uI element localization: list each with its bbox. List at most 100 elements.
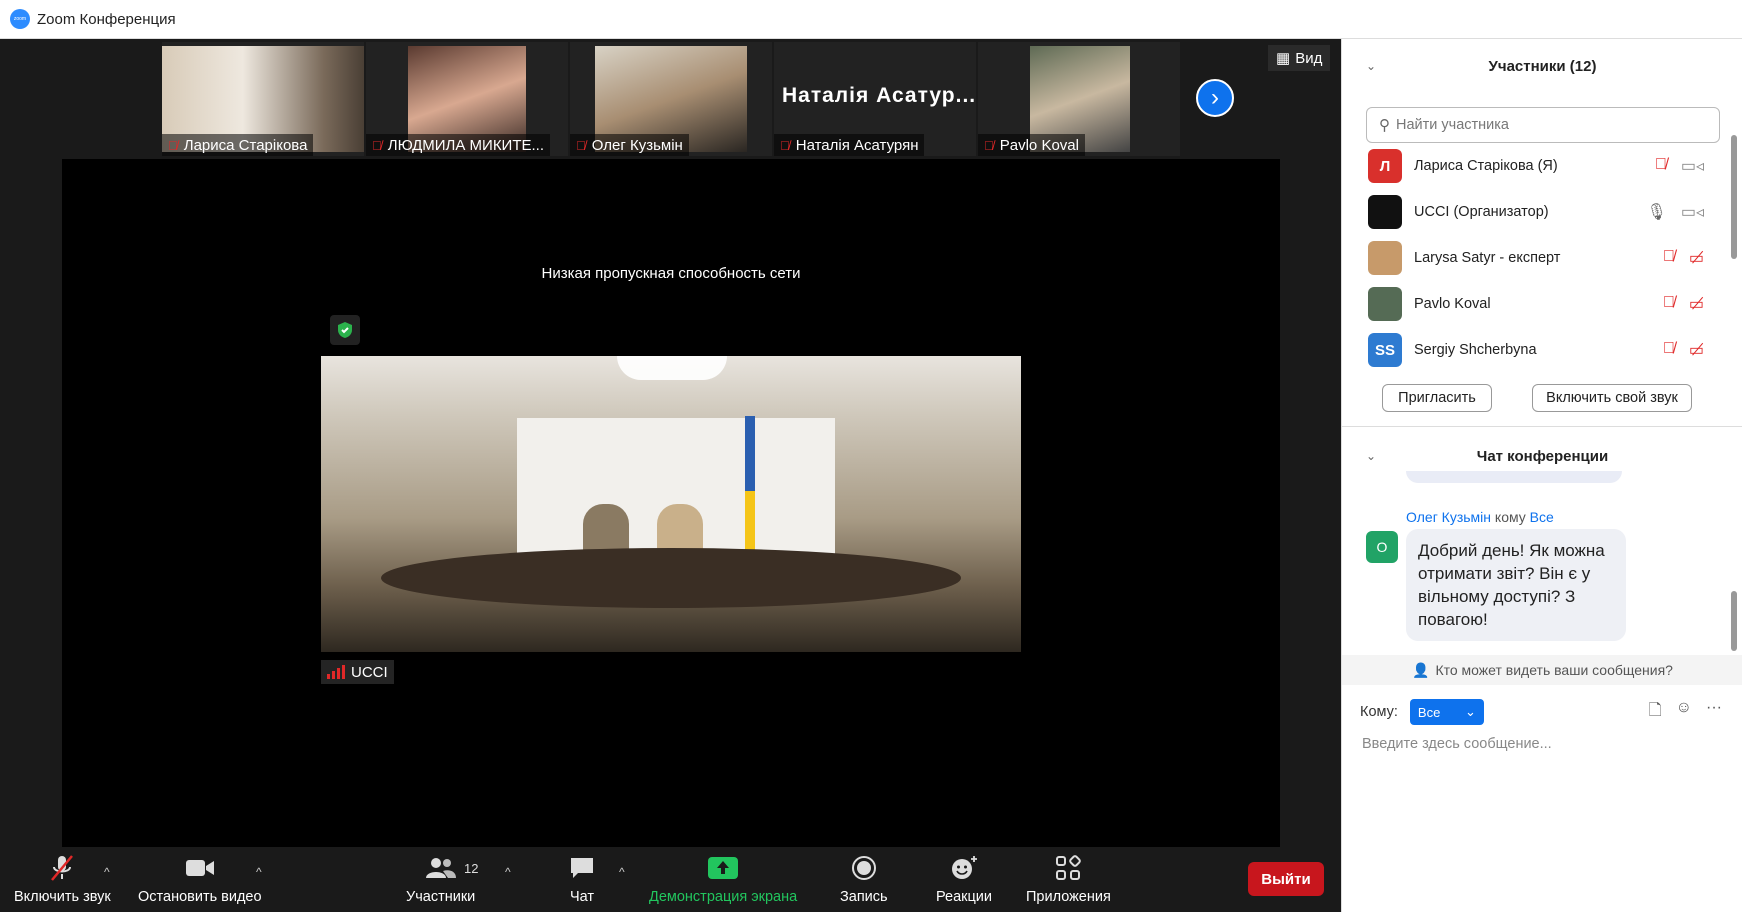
- participant-name: Pavlo Koval: [1414, 296, 1491, 312]
- video-thumb[interactable]: 🎙̸ Pavlo Koval: [978, 42, 1180, 156]
- speaker-video-feed: [321, 356, 1021, 652]
- avatar: SS: [1368, 333, 1402, 367]
- unmute-button[interactable]: Включить звук: [14, 853, 111, 905]
- mic-muted-icon[interactable]: 🎙̸: [1663, 340, 1675, 360]
- apps-button[interactable]: Приложения: [1026, 853, 1111, 905]
- video-thumb[interactable]: 🎙̸ ЛЮДМИЛА МИКИТЕ...: [366, 42, 568, 156]
- avatar: [1368, 241, 1402, 275]
- mic-muted-icon[interactable]: 🎙̸: [1663, 248, 1675, 268]
- recipient-select[interactable]: Все ⌄: [1409, 699, 1484, 725]
- video-off-icon[interactable]: ▭̸: [1689, 248, 1704, 268]
- thumbnail-strip: 🎙̸ Лариса Старікова 🎙̸ ЛЮДМИЛА МИКИТЕ... 🎙…: [0, 39, 1341, 157]
- participants-header: ⌄ Участники (12): [1342, 46, 1742, 86]
- video-camera-icon: [185, 853, 215, 883]
- audio-options-caret[interactable]: ^: [104, 865, 110, 879]
- view-button[interactable]: ▦ Вид: [1268, 45, 1331, 71]
- participant-row[interactable]: UCCI (Организатор) 🎙 ▭◃: [1366, 189, 1716, 235]
- recipient-row: Кому: Все ⌄ 🗋 ☺ ···: [1360, 698, 1730, 726]
- more-icon[interactable]: ···: [1706, 699, 1722, 726]
- invite-button[interactable]: Пригласить: [1382, 384, 1492, 412]
- mic-muted-icon: 🎙̸: [576, 137, 586, 153]
- avatar: [1368, 287, 1402, 321]
- mic-muted-icon: 🎙̸: [984, 137, 994, 153]
- thumb-name: ЛЮДМИЛА МИКИТЕ...: [387, 136, 545, 154]
- message-sender[interactable]: Олег Кузьмін: [1406, 509, 1491, 525]
- participant-name: UCCI (Организатор): [1414, 204, 1549, 220]
- participant-row[interactable]: Larysa Satyr - експерт 🎙̸ ▭̸: [1366, 235, 1716, 281]
- video-camera-icon[interactable]: ▭◃: [1681, 202, 1704, 222]
- who-can-see-link[interactable]: 👤 Кто может видеть ваши сообщения?: [1342, 655, 1742, 685]
- meeting-toolbar: Включить звук ^ Остановить видео ^ Участ…: [0, 847, 1341, 912]
- mic-icon[interactable]: 🎙: [1647, 202, 1667, 222]
- mic-muted-icon[interactable]: 🎙̸: [1655, 156, 1667, 176]
- video-thumb[interactable]: Наталія Асатур... 🎙̸ Наталія Асатурян: [774, 42, 976, 156]
- smiley-plus-icon: [950, 853, 978, 883]
- participant-name: Sergiy Shcherbyna: [1414, 342, 1537, 358]
- flag: [745, 416, 755, 566]
- chat-title: Чат конференции: [1476, 447, 1609, 465]
- reactions-button[interactable]: Реакции: [936, 853, 992, 905]
- stop-video-button[interactable]: Остановить видео: [138, 853, 262, 905]
- who-can-see-text: Кто может видеть ваши сообщения?: [1435, 662, 1673, 678]
- avatar: [1368, 195, 1402, 229]
- file-icon[interactable]: 🗋: [1649, 699, 1662, 726]
- window-title: Zoom Конференция: [37, 10, 176, 28]
- view-label: Вид: [1295, 49, 1323, 67]
- previous-message-bubble: [1406, 471, 1622, 483]
- participant-list: Л Лариса Старікова (Я) 🎙̸ ▭◃ UCCI (Органи…: [1366, 143, 1716, 373]
- chat-message-input[interactable]: [1360, 731, 1724, 757]
- participants-count: 12: [464, 861, 479, 876]
- record-label: Запись: [840, 889, 888, 905]
- participants-scrollbar[interactable]: [1731, 135, 1737, 259]
- recipient-value: Все: [1417, 704, 1441, 720]
- next-page-button[interactable]: ›: [1196, 79, 1234, 117]
- record-button[interactable]: Запись: [840, 853, 888, 905]
- share-screen-button[interactable]: Демонстрация экрана: [649, 853, 797, 905]
- participant-search-input[interactable]: ⚲ Найти участника: [1366, 107, 1720, 143]
- to-label: Кому:: [1360, 704, 1398, 720]
- unmute-self-button[interactable]: Включить свой звук: [1532, 384, 1692, 412]
- collapse-chevron-icon[interactable]: ⌄: [1366, 449, 1376, 463]
- thumb-nameplate: 🎙̸ Олег Кузьмін: [570, 134, 689, 156]
- mic-muted-icon: [49, 853, 75, 883]
- participant-row[interactable]: Pavlo Koval 🎙̸ ▭̸: [1366, 281, 1716, 327]
- mic-muted-icon[interactable]: 🎙̸: [1663, 294, 1675, 314]
- participants-options-caret[interactable]: ^: [505, 865, 511, 879]
- video-off-icon[interactable]: ▭̸: [1689, 294, 1704, 314]
- video-thumb[interactable]: 🎙̸ Олег Кузьмін: [570, 42, 772, 156]
- mic-muted-icon: 🎙̸: [780, 137, 790, 153]
- thumb-nameplate: 🎙̸ ЛЮДМИЛА МИКИТЕ...: [366, 134, 551, 156]
- participant-row[interactable]: Л Лариса Старікова (Я) 🎙̸ ▭◃: [1366, 143, 1716, 189]
- leave-button[interactable]: Выйти: [1248, 862, 1324, 896]
- message-recipient[interactable]: Все: [1530, 509, 1554, 525]
- emoji-icon[interactable]: ☺: [1676, 699, 1692, 726]
- chat-button[interactable]: Чат: [569, 853, 595, 905]
- video-thumb[interactable]: 🎙̸ Лариса Старікова: [162, 42, 364, 156]
- reactions-label: Реакции: [936, 889, 993, 905]
- chat-options-caret[interactable]: ^: [619, 865, 625, 879]
- thumb-name: Pavlo Koval: [999, 136, 1079, 154]
- video-options-caret[interactable]: ^: [256, 865, 262, 879]
- participant-name: Larysa Satyr - експерт: [1414, 250, 1561, 266]
- chandelier: [617, 356, 727, 380]
- search-placeholder: Найти участника: [1396, 117, 1509, 133]
- participant-row[interactable]: SS Sergiy Shcherbyna 🎙̸ ▭̸: [1366, 327, 1716, 373]
- video-camera-icon[interactable]: ▭◃: [1681, 156, 1704, 176]
- video-off-icon[interactable]: ▭̸: [1689, 340, 1704, 360]
- encryption-shield-icon[interactable]: [330, 315, 360, 345]
- unmute-label: Включить звук: [14, 889, 111, 905]
- thumb-nameplate: 🎙̸ Лариса Старікова: [162, 134, 314, 156]
- apps-label: Приложения: [1026, 889, 1111, 905]
- thumb-name: Олег Кузьмін: [591, 136, 683, 154]
- thumb-name: Лариса Старікова: [183, 136, 308, 154]
- record-icon: [851, 853, 877, 883]
- thumb-nameplate: 🎙̸ Наталія Асатурян: [774, 134, 925, 156]
- chat-scrollbar[interactable]: [1731, 591, 1737, 651]
- participants-label: Участники: [406, 889, 476, 905]
- zoom-logo-icon: zoom: [10, 9, 30, 29]
- share-screen-icon: [708, 853, 739, 883]
- speaker-nameplate: UCCI: [321, 660, 394, 684]
- mic-muted-icon: 🎙̸: [372, 137, 382, 153]
- video-area: 🎙̸ Лариса Старікова 🎙̸ ЛЮДМИЛА МИКИТЕ... 🎙…: [0, 39, 1341, 912]
- collapse-chevron-icon[interactable]: ⌄: [1366, 59, 1376, 73]
